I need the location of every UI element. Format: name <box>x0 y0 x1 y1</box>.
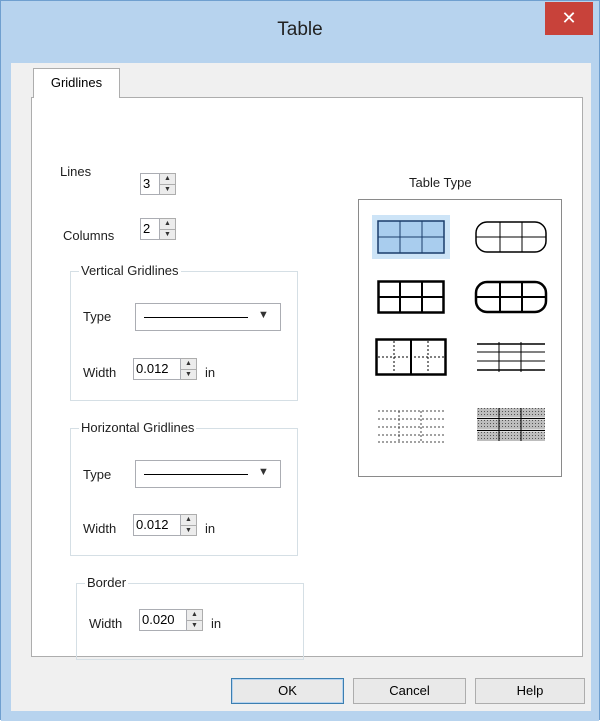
grid-square-bold-icon <box>377 280 445 314</box>
horizontal-type-label: Type <box>83 467 112 482</box>
grid-square-icon <box>377 220 445 254</box>
horizontal-width-spinner[interactable]: 0.012 ▲ ▼ <box>133 514 197 536</box>
vertical-width-spin-buttons: ▲ ▼ <box>181 358 197 380</box>
close-icon: ✕ <box>561 8 577 28</box>
window-frame-bottom <box>1 711 599 721</box>
columns-spin-buttons: ▲ ▼ <box>160 218 176 240</box>
lines-spin-buttons: ▲ ▼ <box>160 173 176 195</box>
vertical-width-spinner[interactable]: 0.012 ▲ ▼ <box>133 358 197 380</box>
lines-label: Lines <box>60 164 92 179</box>
lines-up-arrow-icon[interactable]: ▲ <box>160 174 175 185</box>
border-width-unit: in <box>211 616 222 631</box>
horizontal-lines-icon <box>477 342 545 372</box>
window-frame-left <box>1 63 11 721</box>
vertical-line-style-sample <box>144 317 248 318</box>
table-type-label: Table Type <box>409 175 472 190</box>
border-width-spinner[interactable]: 0.020 ▲ ▼ <box>139 609 203 631</box>
table-dialog: Table ✕ Gridlines Lines 3 ▲ ▼ Columns 2 … <box>0 0 600 721</box>
columns-spinner[interactable]: 2 ▲ ▼ <box>140 218 176 240</box>
vertical-width-unit: in <box>205 365 216 380</box>
border-width-label: Width <box>89 616 123 631</box>
horizontal-width-down-arrow-icon[interactable]: ▼ <box>181 526 196 536</box>
lines-input[interactable]: 3 <box>140 173 160 195</box>
close-button[interactable]: ✕ <box>545 2 593 35</box>
vertical-type-label: Type <box>83 309 112 324</box>
tab-gridlines[interactable]: Gridlines <box>33 68 120 98</box>
table-type-grid-rounded-bold[interactable] <box>472 275 550 319</box>
border-width-spin-buttons: ▲ ▼ <box>187 609 203 631</box>
vertical-type-dropdown[interactable]: ▼ <box>135 303 281 331</box>
vertical-width-input[interactable]: 0.012 <box>133 358 181 380</box>
border-width-down-arrow-icon[interactable]: ▼ <box>187 621 202 631</box>
gridlines-panel: Lines 3 ▲ ▼ Columns 2 ▲ ▼ Vertical Gridl… <box>31 97 583 660</box>
cancel-button[interactable]: Cancel <box>353 678 466 704</box>
vertical-width-label: Width <box>83 365 117 380</box>
horizontal-width-label: Width <box>83 521 117 536</box>
horizontal-line-style-sample <box>144 474 248 475</box>
columns-input[interactable]: 2 <box>140 218 160 240</box>
table-type-grid-rounded[interactable] <box>472 215 550 259</box>
border-title: Border <box>85 575 129 590</box>
vertical-gridlines-group: Vertical Gridlines Type ▼ Width 0.012 ▲ … <box>70 263 298 401</box>
table-type-selector <box>358 199 562 477</box>
columns-up-arrow-icon[interactable]: ▲ <box>160 219 175 230</box>
grid-rounded-icon <box>475 221 547 253</box>
border-width-up-arrow-icon[interactable]: ▲ <box>187 610 202 621</box>
grid-rounded-bold-icon <box>474 280 548 314</box>
table-type-frame-dotted-inner[interactable] <box>372 335 450 379</box>
dialog-body: Gridlines Lines 3 ▲ ▼ Columns 2 ▲ ▼ Vert… <box>11 63 591 711</box>
vertical-width-up-arrow-icon[interactable]: ▲ <box>181 359 196 370</box>
columns-label: Columns <box>63 228 115 243</box>
ok-button[interactable]: OK <box>231 678 344 704</box>
table-type-shaded-rows[interactable] <box>472 403 550 447</box>
chevron-down-icon: ▼ <box>258 309 269 321</box>
border-group: Border Width 0.020 ▲ ▼ in <box>76 575 304 660</box>
horizontal-type-dropdown[interactable]: ▼ <box>135 460 281 488</box>
vertical-gridlines-title: Vertical Gridlines <box>79 263 181 278</box>
title-bar[interactable]: Table ✕ <box>1 1 599 63</box>
all-dotted-icon <box>378 410 444 443</box>
table-type-all-dotted[interactable] <box>372 403 450 447</box>
frame-dotted-inner-icon <box>375 338 447 376</box>
horizontal-width-spin-buttons: ▲ ▼ <box>181 514 197 536</box>
help-button[interactable]: Help <box>475 678 585 704</box>
horizontal-width-input[interactable]: 0.012 <box>133 514 181 536</box>
lines-spinner[interactable]: 3 ▲ ▼ <box>140 173 176 195</box>
table-type-grid-square-bold[interactable] <box>372 275 450 319</box>
chevron-down-icon: ▼ <box>258 466 269 478</box>
columns-down-arrow-icon[interactable]: ▼ <box>160 230 175 240</box>
horizontal-gridlines-title: Horizontal Gridlines <box>79 420 197 435</box>
shaded-rows-icon <box>477 408 545 441</box>
table-type-horizontal-lines[interactable] <box>472 335 550 379</box>
vertical-width-down-arrow-icon[interactable]: ▼ <box>181 370 196 380</box>
horizontal-gridlines-group: Horizontal Gridlines Type ▼ Width 0.012 … <box>70 420 298 556</box>
horizontal-width-up-arrow-icon[interactable]: ▲ <box>181 515 196 526</box>
table-type-grid-square[interactable] <box>372 215 450 259</box>
border-width-input[interactable]: 0.020 <box>139 609 187 631</box>
lines-down-arrow-icon[interactable]: ▼ <box>160 185 175 195</box>
dialog-title: Table <box>277 19 323 40</box>
horizontal-width-unit: in <box>205 521 216 536</box>
window-frame-right <box>591 63 599 721</box>
